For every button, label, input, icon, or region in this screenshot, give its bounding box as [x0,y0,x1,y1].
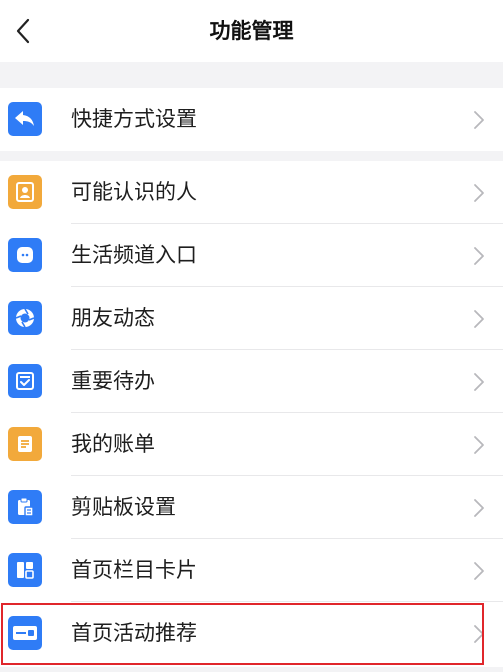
chevron-right-icon [474,499,484,517]
item-label: 重要待办 [71,369,155,393]
shortcut-settings-row[interactable]: 快捷方式设置 [0,88,503,151]
shortcut-group: 快捷方式设置 [0,88,503,151]
item-label: 生活频道入口 [71,243,197,267]
chevron-right-icon [474,562,484,580]
bill-icon [8,427,42,461]
chevron-right-icon [474,625,484,643]
todo-check-icon [8,364,42,398]
reply-arrow-icon [8,102,42,136]
top-bar: 功能管理 [0,0,503,62]
item-label: 可能认识的人 [71,180,197,204]
chevron-right-icon [474,247,484,265]
list-item[interactable]: 可能认识的人 [0,161,503,224]
item-label: 我的账单 [71,432,155,456]
item-label: 首页活动推荐 [71,621,197,645]
contacts-book-icon [8,175,42,209]
chevron-right-icon [474,436,484,454]
shortcut-settings-label: 快捷方式设置 [71,107,197,131]
card-promo-icon [8,616,42,650]
list-item[interactable]: 重要待办 [0,350,503,413]
list-item[interactable]: 首页栏目卡片 [0,539,503,602]
chevron-right-icon [474,184,484,202]
list-item[interactable]: 朋友动态 [0,287,503,350]
item-label: 朋友动态 [71,306,155,330]
item-label: 剪贴板设置 [71,495,176,519]
aperture-icon [8,301,42,335]
chevron-right-icon [474,373,484,391]
feature-list: 可能认识的人 生活频道入口 朋友动态 重要待办 我的账单 剪贴板设置 首页栏目卡… [0,161,503,667]
page-title: 功能管理 [209,19,294,43]
chevron-right-icon [474,310,484,328]
list-item[interactable]: 首页活动推荐 [0,602,503,665]
item-label: 首页栏目卡片 [71,558,197,582]
chat-bubble-icon [8,238,42,272]
chevron-right-icon [474,111,484,129]
layout-card-icon [8,553,42,587]
clipboard-icon [8,490,42,524]
list-item[interactable]: 我的账单 [0,413,503,476]
list-item[interactable]: 剪贴板设置 [0,476,503,539]
list-item[interactable]: 生活频道入口 [0,224,503,287]
